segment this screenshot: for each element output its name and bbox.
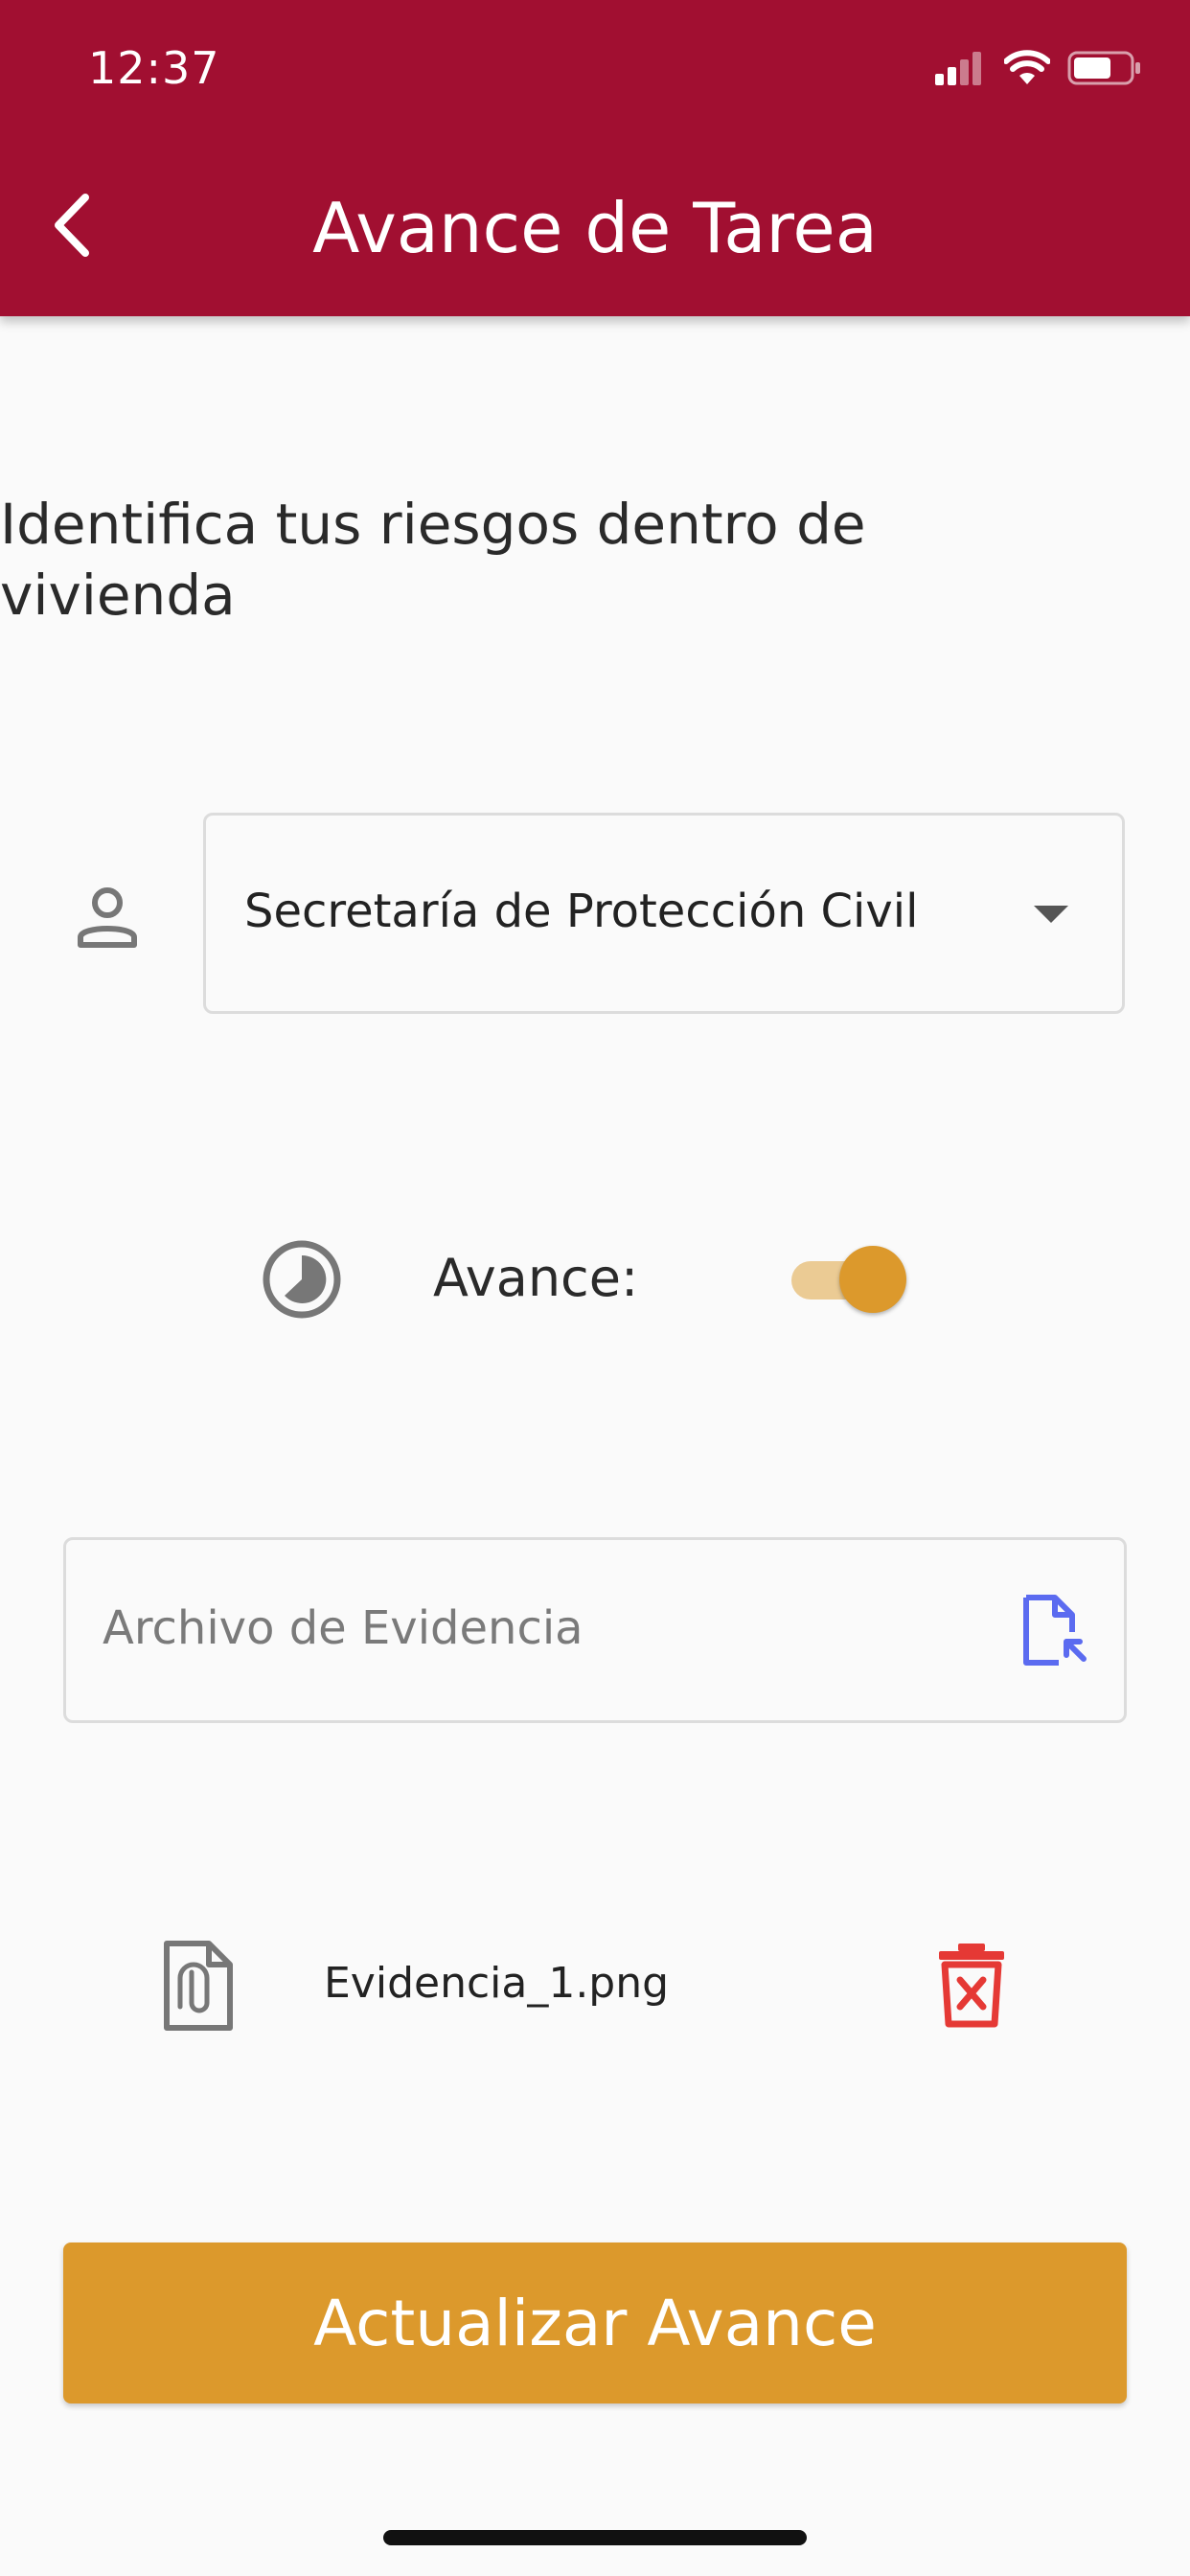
- person-outline-icon: [78, 887, 137, 948]
- delete-icon[interactable]: [933, 1942, 1010, 2028]
- wifi-icon: [1004, 50, 1050, 84]
- app-bar: 12:37 Avance de Tarea: [0, 0, 1190, 316]
- update-progress-button[interactable]: Actualizar Avance: [63, 2242, 1127, 2404]
- evidence-file-field[interactable]: Archivo de Evidencia: [63, 1537, 1127, 1723]
- page-title: Avance de Tarea: [312, 188, 878, 268]
- battery-icon: [1067, 51, 1140, 85]
- pie-progress-icon: [263, 1240, 341, 1319]
- responsible-dropdown[interactable]: Secretaría de Protección Civil: [203, 813, 1125, 1014]
- attachment-file-icon: [164, 1941, 233, 2031]
- toggle-thumb: [839, 1246, 906, 1313]
- dropdown-arrow-icon: [1034, 906, 1068, 923]
- progress-toggle[interactable]: [786, 1242, 910, 1313]
- evidence-placeholder: Archivo de Evidencia: [103, 1601, 584, 1655]
- status-time: 12:37: [88, 42, 220, 94]
- attached-file-name: Evidencia_1.png: [324, 1959, 670, 2008]
- task-title: Identifica tus riesgos dentro de viviend…: [0, 492, 866, 628]
- responsible-selected: Secretaría de Protección Civil: [244, 885, 919, 938]
- home-indicator: [383, 2530, 807, 2545]
- file-upload-icon[interactable]: [1017, 1594, 1089, 1667]
- screen: 12:37 Avance de Tarea Identifica tus rie…: [0, 0, 1190, 2576]
- progress-label: Avance:: [433, 1248, 639, 1308]
- signal-icon: [935, 52, 981, 85]
- status-icons: [933, 50, 1142, 86]
